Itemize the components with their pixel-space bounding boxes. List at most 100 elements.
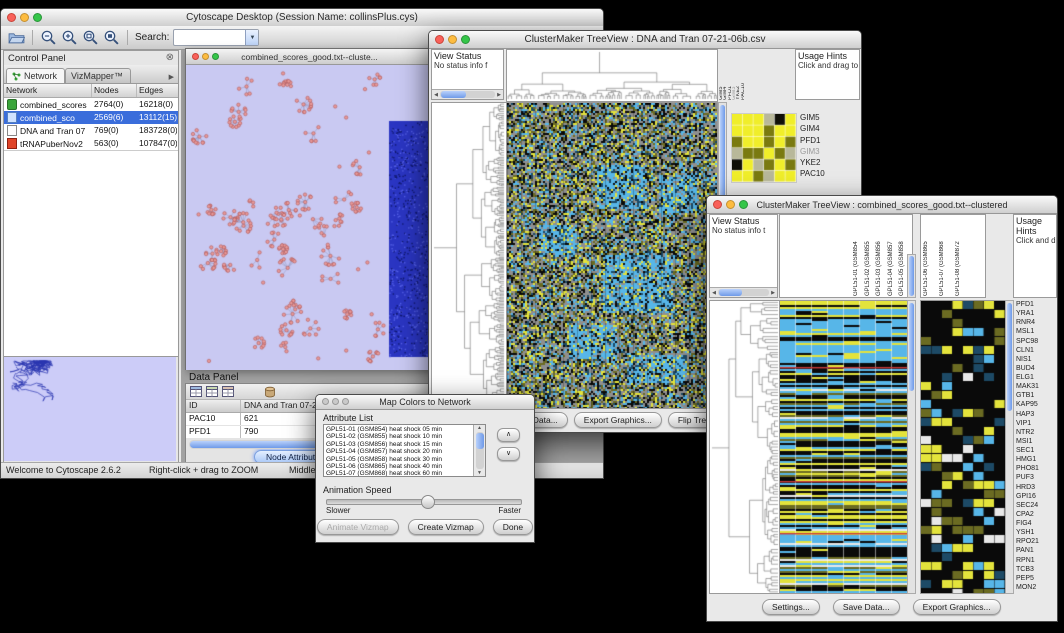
- row-dendrogram[interactable]: [432, 103, 506, 408]
- tab-network[interactable]: Network: [6, 68, 65, 83]
- create-vizmap-button[interactable]: Create Vizmap: [408, 519, 484, 535]
- id-column-header[interactable]: ID: [186, 400, 241, 412]
- scroll-up-icon[interactable]: ▲: [477, 425, 482, 431]
- edge-table-icon[interactable]: [206, 386, 218, 397]
- attribute-item[interactable]: GPL51-02 (GSM855) heat shock 10 min: [326, 433, 473, 440]
- network-view-titlebar[interactable]: combined_scores_good.txt--cluste...: [186, 49, 433, 65]
- scroll-right-icon[interactable]: ▶: [495, 92, 503, 98]
- row-dendrogram[interactable]: [710, 301, 780, 593]
- move-up-button[interactable]: ∧: [497, 428, 520, 442]
- node-table-icon[interactable]: [190, 386, 202, 397]
- treeview-dna-titlebar[interactable]: ClusterMaker TreeView : DNA and Tran 07-…: [429, 31, 861, 49]
- close-icon[interactable]: [322, 398, 329, 405]
- save-data-button[interactable]: Save Data...: [833, 599, 900, 615]
- faster-label: Faster: [498, 506, 521, 515]
- column-header-edges[interactable]: Edges: [137, 84, 178, 97]
- tab-overflow-icon[interactable]: ▶: [169, 73, 178, 83]
- scrollbar-thumb[interactable]: [719, 289, 742, 296]
- network-graph-canvas[interactable]: [186, 65, 433, 370]
- scroll-left-icon[interactable]: ◀: [432, 92, 440, 98]
- scroll-down-icon[interactable]: ▼: [477, 470, 482, 476]
- network-list-row[interactable]: combined_scores2764(0)16218(0): [4, 98, 178, 111]
- search-dropdown-icon[interactable]: ▼: [245, 30, 258, 45]
- row-id: PFD1: [186, 426, 241, 438]
- close-icon[interactable]: [713, 200, 722, 209]
- cytoscape-titlebar[interactable]: Cytoscape Desktop (Session Name: collins…: [1, 9, 603, 27]
- network-list-row[interactable]: DNA and Tran 07769(0)183728(0): [4, 124, 178, 137]
- maximize-icon[interactable]: [739, 200, 748, 209]
- minimize-icon[interactable]: [448, 35, 457, 44]
- gene-label: PFD1: [1016, 300, 1057, 309]
- vertical-scrollbar[interactable]: [907, 300, 916, 594]
- network-list-row[interactable]: tRNAPuberNov2563(0)107847(0): [4, 137, 178, 150]
- treeview-combined-title: ClusterMaker TreeView : combined_scores_…: [757, 200, 1008, 210]
- close-icon[interactable]: [435, 35, 444, 44]
- vertical-scrollbar[interactable]: [907, 254, 916, 298]
- export-graphics-button[interactable]: Export Graphics...: [574, 412, 662, 428]
- close-icon[interactable]: [192, 53, 199, 60]
- scroll-right-icon[interactable]: ▶: [769, 290, 777, 296]
- move-down-button[interactable]: ∨: [497, 447, 520, 461]
- dialog-titlebar[interactable]: Map Colors to Network: [316, 395, 534, 410]
- slider-thumb[interactable]: [421, 495, 435, 509]
- zoom-out-icon[interactable]: [40, 29, 57, 46]
- expression-heatmap[interactable]: [780, 301, 908, 593]
- expression-heatmap[interactable]: [507, 103, 717, 408]
- search-input[interactable]: ▼: [173, 29, 259, 46]
- maximize-icon[interactable]: [461, 35, 470, 44]
- settings-button[interactable]: Settings...: [762, 599, 820, 615]
- attribute-item[interactable]: GPL51-07 (GSM868) heat shock 60 min: [326, 470, 473, 477]
- attribute-item[interactable]: GPL51-01 (GSM854) heat shock 05 min: [326, 426, 473, 433]
- scrollbar-thumb[interactable]: [909, 256, 914, 296]
- column-labels-right: GPL51-06 (GSM865GPL51-07 (GSM868GPL51-08…: [923, 216, 971, 296]
- vertical-scrollbar[interactable]: [1005, 300, 1014, 594]
- vertical-scrollbar[interactable]: ▲ ▼: [473, 425, 485, 476]
- attribute-items: GPL51-01 (GSM854) heat shock 05 minGPL51…: [326, 426, 473, 477]
- scrollbar-thumb[interactable]: [476, 433, 484, 449]
- scrollbar-thumb[interactable]: [441, 91, 466, 98]
- scrollbar-thumb[interactable]: [1007, 303, 1012, 411]
- tab-vizmapper[interactable]: VizMapper™: [65, 68, 131, 83]
- scroll-left-icon[interactable]: ◀: [710, 290, 718, 296]
- zoom-in-icon[interactable]: [61, 29, 78, 46]
- treeview-combined-titlebar[interactable]: ClusterMaker TreeView : combined_scores_…: [707, 196, 1057, 214]
- open-folder-icon[interactable]: [8, 29, 25, 46]
- horizontal-scrollbar[interactable]: ◀ ▶: [710, 287, 777, 297]
- network-overview-thumbnail[interactable]: [4, 357, 176, 461]
- matrix-row-label: GIM5: [800, 112, 845, 123]
- export-graphics-button[interactable]: Export Graphics...: [913, 599, 1001, 615]
- column-dendrogram[interactable]: [507, 50, 717, 101]
- database-icon[interactable]: [264, 386, 276, 398]
- zoom-heatmap[interactable]: [921, 301, 1005, 593]
- column-label: YKE2: [736, 49, 740, 100]
- scrollbar-thumb[interactable]: [909, 303, 914, 391]
- attribute-item[interactable]: GPL51-04 (GSM857) heat shock 20 min: [326, 448, 473, 455]
- attribute-list[interactable]: GPL51-01 (GSM854) heat shock 05 minGPL51…: [323, 424, 486, 477]
- network-table-icon[interactable]: [222, 386, 234, 397]
- zoom-fit-icon[interactable]: [82, 29, 99, 46]
- animation-speed-slider[interactable]: [326, 499, 522, 505]
- column-header-nodes[interactable]: Nodes: [92, 84, 137, 97]
- attribute-item[interactable]: GPL51-06 (GSM865) heat shock 40 min: [326, 463, 473, 470]
- maximize-icon[interactable]: [212, 53, 219, 60]
- attribute-item[interactable]: GPL51-03 (GSM856) heat shock 15 min: [326, 441, 473, 448]
- maximize-icon[interactable]: [33, 13, 42, 22]
- minimize-icon[interactable]: [20, 13, 29, 22]
- done-button[interactable]: Done: [493, 519, 533, 535]
- attribute-item[interactable]: GPL51-05 (GSM858) heat shock 30 min: [326, 456, 473, 463]
- maximize-icon[interactable]: [342, 398, 349, 405]
- minimize-icon[interactable]: [202, 53, 209, 60]
- close-icon[interactable]: [7, 13, 16, 22]
- column-label: GPL51-08 (GSM872: [955, 216, 971, 296]
- network-list-row[interactable]: combined_sco2569(6)13112(15): [4, 111, 178, 124]
- minimize-icon[interactable]: [332, 398, 339, 405]
- minimize-icon[interactable]: [726, 200, 735, 209]
- column-header-network[interactable]: Network: [4, 84, 92, 97]
- gene-label: PHO81: [1016, 464, 1057, 473]
- zoom-selected-icon[interactable]: [103, 29, 120, 46]
- correlation-matrix[interactable]: [732, 114, 796, 182]
- view-status-title: View Status: [710, 215, 777, 226]
- horizontal-scrollbar[interactable]: ◀ ▶: [432, 89, 503, 99]
- control-panel-close-icon[interactable]: ⊗: [166, 53, 174, 63]
- view-status-panel: View Status No status info f ◀ ▶: [431, 49, 504, 100]
